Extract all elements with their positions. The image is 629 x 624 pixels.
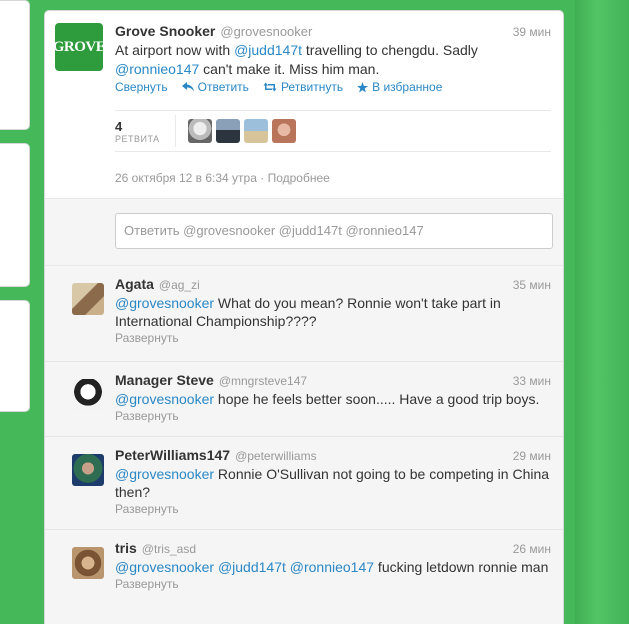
retweet-button[interactable]: Ретвитнуть xyxy=(263,80,343,94)
tweet-header: Agata @ag_zi 35 мин xyxy=(115,276,551,294)
expand-link[interactable]: Развернуть xyxy=(115,577,551,591)
favorite-button[interactable]: В избранное xyxy=(357,80,442,94)
agata-avatar[interactable] xyxy=(72,283,104,315)
retweet-count[interactable]: 4 РЕТВИТА xyxy=(115,119,175,144)
mention-link[interactable]: @grovesnooker xyxy=(115,559,214,575)
reply-tweet[interactable]: Manager Steve @mngrsteve147 33 мин @grov… xyxy=(45,362,563,437)
tweet-text-part: can't make it. Miss him man. xyxy=(199,61,380,77)
reply-area: Ответить @grovesnooker @judd147t @ronnie… xyxy=(45,198,563,266)
mention-link[interactable]: @judd147t xyxy=(218,559,286,575)
author-name[interactable]: tris xyxy=(115,540,137,556)
stats-divider xyxy=(175,115,176,147)
author-name[interactable]: Manager Steve xyxy=(115,372,214,388)
tweet-text-part: travelling to chengdu. Sadly xyxy=(302,42,478,58)
reply-label: Ответить xyxy=(197,80,249,94)
tweet-time[interactable]: 26 мин xyxy=(513,542,551,556)
left-panel-card xyxy=(0,300,30,412)
retweeter-avatar[interactable] xyxy=(216,119,240,143)
tweet-text: At airport now with @judd147t travelling… xyxy=(115,41,551,79)
details-link[interactable]: Подробнее xyxy=(268,171,330,185)
peter-williams-avatar[interactable] xyxy=(72,454,104,486)
expand-link[interactable]: Развернуть xyxy=(115,409,551,423)
retweet-number: 4 xyxy=(115,118,123,134)
author-name[interactable]: Grove Snooker xyxy=(115,23,215,39)
retweeter-avatar[interactable] xyxy=(188,119,212,143)
reply-tweet[interactable]: tris @tris_asd 26 мин @grovesnooker @jud… xyxy=(45,530,563,624)
tweet-time[interactable]: 33 мин xyxy=(513,374,551,388)
author-name[interactable]: Agata xyxy=(115,276,154,292)
tweet-header: PeterWilliams147 @peterwilliams 29 мин xyxy=(115,447,551,465)
logo-text: GROVE xyxy=(52,38,106,55)
retweet-icon xyxy=(263,82,277,92)
author-handle[interactable]: @grovesnooker xyxy=(220,24,312,39)
tweet-date-line: 26 октября 12 в 6:34 утра · Подробнее xyxy=(115,171,330,185)
main-tweet[interactable]: GROVE Grove Snooker @grovesnooker 39 мин… xyxy=(45,11,563,198)
tweet-text: @grovesnooker hope he feels better soon.… xyxy=(115,390,551,408)
retweet-label-caps: РЕТВИТА xyxy=(115,133,160,144)
manager-steve-avatar[interactable] xyxy=(72,379,104,411)
tweet-conversation: GROVE Grove Snooker @grovesnooker 39 мин… xyxy=(44,10,564,624)
mention-link[interactable]: @grovesnooker xyxy=(115,466,214,482)
retweeter-avatar[interactable] xyxy=(244,119,268,143)
tweet-header: Manager Steve @mngrsteve147 33 мин xyxy=(115,372,551,390)
author-name[interactable]: PeterWilliams147 xyxy=(115,447,230,463)
reply-tweet[interactable]: Agata @ag_zi 35 мин @grovesnooker What d… xyxy=(45,266,563,362)
tweet-text-part: fucking letdown ronnie man xyxy=(374,559,549,575)
reply-tweet[interactable]: PeterWilliams147 @peterwilliams 29 мин @… xyxy=(45,437,563,530)
tweet-text-part: hope he feels better soon..... Have a go… xyxy=(214,391,540,407)
tweet-actions: Свернуть Ответить Ретвитнуть В избранное xyxy=(115,80,551,94)
mention-link[interactable]: @judd147t xyxy=(234,42,302,58)
tweet-time[interactable]: 29 мин xyxy=(513,449,551,463)
tweet-time[interactable]: 35 мин xyxy=(513,278,551,292)
tweet-text-part: At airport now with xyxy=(115,42,235,58)
expand-link[interactable]: Развернуть xyxy=(115,331,551,345)
favorite-label: В избранное xyxy=(372,80,443,94)
reply-button[interactable]: Ответить xyxy=(181,80,249,94)
author-handle[interactable]: @ag_zi xyxy=(159,278,200,292)
mention-link[interactable]: @ronnieo147 xyxy=(115,61,199,77)
mention-link[interactable]: @grovesnooker xyxy=(115,391,214,407)
author-handle[interactable]: @peterwilliams xyxy=(235,449,317,463)
mention-link[interactable]: @grovesnooker xyxy=(115,295,214,311)
background-stripe xyxy=(575,0,629,624)
expand-link[interactable]: Развернуть xyxy=(115,502,551,516)
tweet-text: @grovesnooker Ronnie O'Sullivan not goin… xyxy=(115,465,551,501)
tris-avatar[interactable] xyxy=(72,547,104,579)
left-panel-card xyxy=(0,0,30,130)
grove-snooker-avatar[interactable]: GROVE xyxy=(52,23,106,71)
reply-input[interactable]: Ответить @grovesnooker @judd147t @ronnie… xyxy=(115,213,553,249)
tweet-header: tris @tris_asd 26 мин xyxy=(115,540,551,558)
tweet-timestamp[interactable]: 26 октября 12 в 6:34 утра xyxy=(115,171,257,185)
collapse-link[interactable]: Свернуть xyxy=(115,80,168,94)
left-panel-card xyxy=(0,143,30,287)
author-handle[interactable]: @mngrsteve147 xyxy=(219,374,307,388)
tweet-text: @grovesnooker What do you mean? Ronnie w… xyxy=(115,294,551,330)
retweeter-avatar[interactable] xyxy=(272,119,296,143)
tweet-text: @grovesnooker @judd147t @ronnieo147 fuck… xyxy=(115,558,551,576)
reply-icon xyxy=(181,82,194,92)
author-handle[interactable]: @tris_asd xyxy=(142,542,196,556)
tweet-stats: 4 РЕТВИТА xyxy=(115,110,551,152)
retweet-label: Ретвитнуть xyxy=(280,80,344,94)
star-icon xyxy=(357,81,369,93)
mention-link[interactable]: @ronnieo147 xyxy=(290,559,374,575)
tweet-time[interactable]: 39 мин xyxy=(513,25,551,39)
tweet-header: Grove Snooker @grovesnooker 39 мин xyxy=(115,23,551,41)
